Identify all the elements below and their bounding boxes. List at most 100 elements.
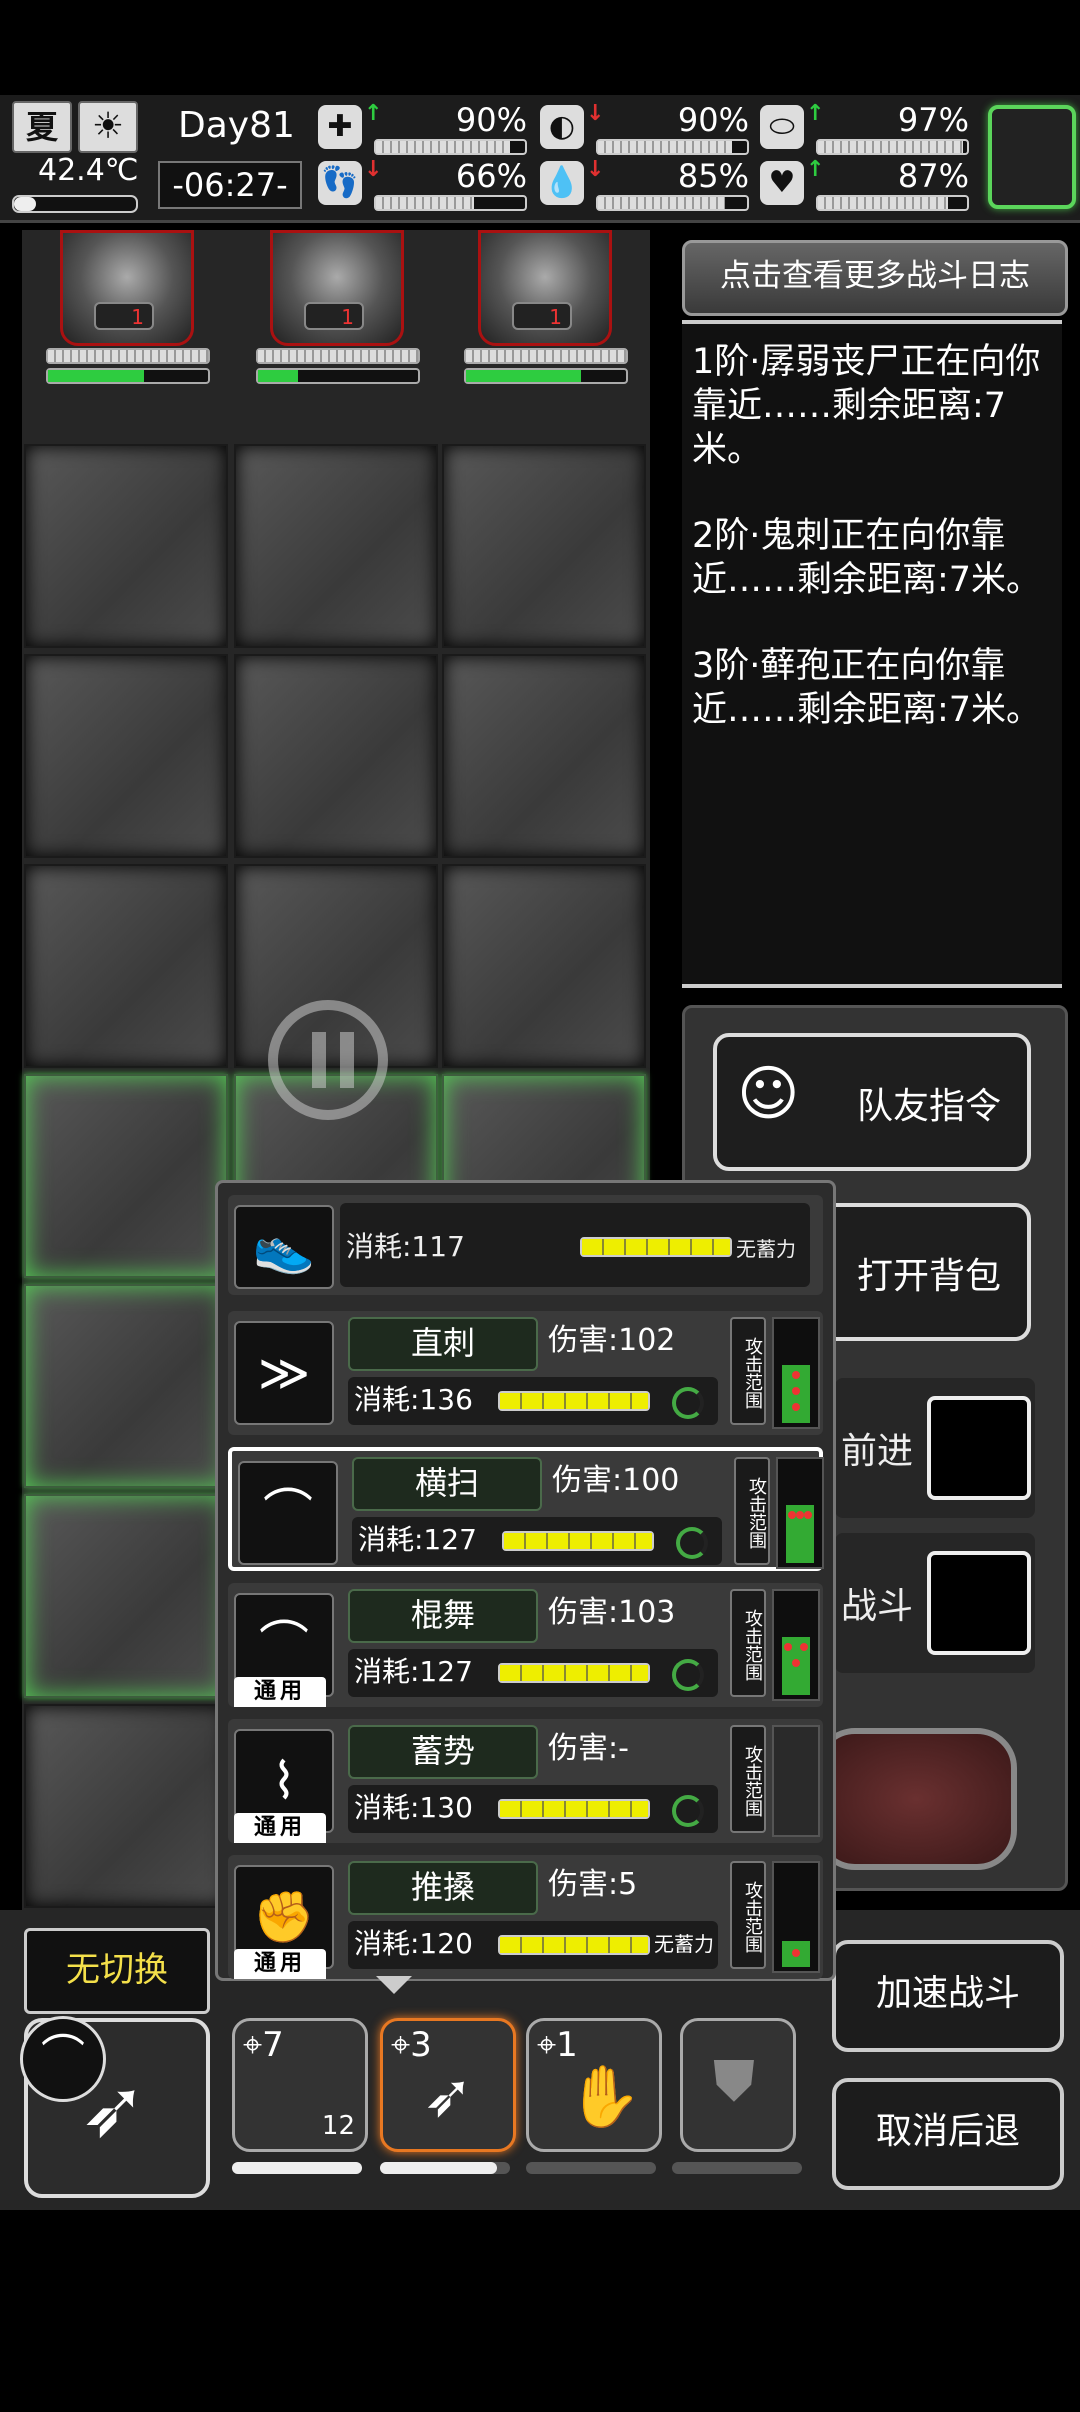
grid-cell[interactable] xyxy=(442,654,646,858)
skill-name: 直刺 xyxy=(348,1317,538,1371)
fight-option[interactable]: 战斗 xyxy=(835,1533,1035,1673)
move-action[interactable]: 👟 消耗:117 无蓄力 xyxy=(228,1195,823,1295)
fight-checkbox[interactable] xyxy=(927,1551,1031,1655)
stat-value: 90% xyxy=(677,101,749,139)
cost-bar xyxy=(502,1531,654,1551)
skill-charge[interactable]: ⌇ 通用 蓄势 伤害:- 消耗:130 攻击范围 xyxy=(228,1719,823,1843)
hand-icon: ✋ xyxy=(567,2062,642,2132)
footprint-icon: 👟 xyxy=(234,1205,334,1289)
enemy-level: 1 xyxy=(94,302,154,330)
status-hud: 夏 ☀ 42.4℃ Day81 -06:27- ✚ ↑ 90% ◐ ↓ 90% … xyxy=(0,95,1080,223)
grid-cell-player-zone[interactable] xyxy=(24,1494,228,1698)
skill-shove[interactable]: ✊ 通用 推搡 伤害:5 消耗:120 无蓄力 攻击范围 xyxy=(228,1855,823,1979)
grid-cell-player-zone[interactable] xyxy=(24,1074,228,1278)
skill-cost: 消耗:130 xyxy=(354,1791,473,1824)
advance-option[interactable]: 前进 xyxy=(835,1378,1035,1518)
grid-cell[interactable] xyxy=(24,864,228,1068)
grid-cell[interactable] xyxy=(24,444,228,648)
skill-name: 推搡 xyxy=(348,1861,538,1915)
target-count: ⌖7 xyxy=(243,2025,284,2065)
cost-bar xyxy=(498,1391,650,1411)
stat-value: 66% xyxy=(455,157,527,195)
view-combat-log-button[interactable]: 点击查看更多战斗日志 xyxy=(682,240,1068,316)
sweep-skill-icon: ⌒ xyxy=(20,2016,106,2102)
grid-cell[interactable] xyxy=(234,444,438,648)
enemy-armor-bar xyxy=(256,348,420,364)
grid-cell[interactable] xyxy=(442,864,646,1068)
skill-name: 蓄势 xyxy=(348,1725,538,1779)
weapon-durability-bar xyxy=(232,2162,362,2174)
trend-down-icon: ↓ xyxy=(364,157,383,182)
move-cost-bar: 消耗:117 无蓄力 xyxy=(340,1203,810,1287)
skill-straight-thrust[interactable]: ≫ 直刺 伤害:102 消耗:136 攻击范围 xyxy=(228,1311,823,1435)
confirm-action-button[interactable] xyxy=(815,1728,1017,1870)
speed-up-battle-button[interactable]: 加速战斗 xyxy=(832,1940,1064,2052)
day-label: Day81 xyxy=(178,105,295,146)
heart-icon: ♥ xyxy=(760,161,804,205)
enemy-level: 1 xyxy=(304,302,364,330)
pause-icon[interactable] xyxy=(268,1000,388,1120)
weapon-slot-spear[interactable]: ⌖3 ➶ xyxy=(380,2018,516,2152)
stat-bar xyxy=(816,139,969,155)
stat-value: 97% xyxy=(897,101,969,139)
trend-up-icon: ↑ xyxy=(806,101,825,126)
season-badge: 夏 xyxy=(12,101,72,153)
skill-cost: 消耗:127 xyxy=(358,1523,477,1556)
charge-ring-icon xyxy=(672,1659,704,1691)
stat-bar xyxy=(596,195,749,211)
charge-ring-icon xyxy=(672,1795,704,1827)
attack-range-label: 攻击范围 xyxy=(730,1861,766,1969)
ammo-count: 12 xyxy=(321,2111,355,2141)
weapon-slot-pistol[interactable]: ⌖7 12 xyxy=(232,2018,368,2152)
grid-cell[interactable] xyxy=(442,444,646,648)
speed-up-label: 加速战斗 xyxy=(875,1973,1020,2014)
trend-down-icon: ↓ xyxy=(586,101,605,126)
enemy-hp-bar xyxy=(256,368,420,384)
charge-ring-icon xyxy=(676,1527,708,1559)
skill-horizontal-sweep[interactable]: ⌒ 横扫 伤害:100 消耗:127 攻击范围 xyxy=(228,1447,824,1571)
skill-damage: 伤害:102 xyxy=(548,1323,676,1358)
trend-down-icon: ↓ xyxy=(586,157,605,182)
weapon-slot-shield[interactable]: ⛊ xyxy=(680,2018,796,2152)
grid-cell[interactable] xyxy=(234,654,438,858)
shield-icon: ⛊ xyxy=(713,2049,755,2114)
attack-range-label: 攻击范围 xyxy=(730,1725,766,1833)
teammate-command-button[interactable]: ☺ 队友指令 xyxy=(713,1033,1031,1171)
stat-hunger: ◐ ↓ 90% xyxy=(540,101,755,159)
common-tag: 通用 xyxy=(234,1813,326,1843)
attack-range-grid xyxy=(772,1725,820,1837)
grid-cell-player-zone[interactable] xyxy=(24,1284,228,1488)
grid-cell[interactable] xyxy=(24,654,228,858)
no-switch-button[interactable]: 无切换 xyxy=(24,1928,210,2014)
stat-stamina: 👣 ↓ 66% xyxy=(318,157,533,215)
advance-checkbox[interactable] xyxy=(927,1396,1031,1500)
cost-bar xyxy=(498,1663,650,1683)
teammate-command-label: 队友指令 xyxy=(857,1086,1002,1127)
cancel-retreat-button[interactable]: 取消后退 xyxy=(832,2078,1064,2190)
enemy-zombie[interactable]: 1 xyxy=(24,230,224,440)
stat-value: 85% xyxy=(677,157,749,195)
temperature-bar xyxy=(12,195,138,213)
stat-thirst: 💧 ↓ 85% xyxy=(540,157,755,215)
fight-label: 战斗 xyxy=(841,1586,914,1627)
common-tag: 通用 xyxy=(234,1949,326,1979)
skill-staff-dance[interactable]: ⌒ 通用 棍舞 伤害:103 消耗:127 攻击范围 xyxy=(228,1583,823,1707)
enemy-ghost-thorn[interactable]: 1 xyxy=(234,230,434,440)
time-label: -06:27- xyxy=(158,161,302,209)
stat-bar xyxy=(374,139,527,155)
attack-range-grid xyxy=(772,1317,820,1429)
skill-cost-row: 消耗:120 无蓄力 xyxy=(348,1921,718,1969)
weapon-slot-melee[interactable]: ⌖1 ✋ xyxy=(526,2018,662,2152)
attack-range-label: 攻击范围 xyxy=(734,1457,770,1565)
water-drop-icon: 💧 xyxy=(540,161,584,205)
thrust-icon: ≫ xyxy=(234,1321,334,1425)
skill-damage: 伤害:103 xyxy=(548,1595,676,1630)
log-entry: 2阶·鬼刺正在向你靠近……剩余距离:7米。 xyxy=(692,516,1042,600)
status-effect-slot[interactable] xyxy=(988,105,1076,209)
skill-cost: 消耗:127 xyxy=(354,1655,473,1688)
grid-cell[interactable] xyxy=(24,1704,228,1908)
log-entry: 3阶·藓孢正在向你靠近……剩余距离:7米。 xyxy=(692,646,1042,730)
enemy-armor-bar xyxy=(46,348,210,364)
trend-up-icon: ↑ xyxy=(806,157,825,182)
enemy-moss-spore[interactable]: 1 xyxy=(442,230,642,440)
